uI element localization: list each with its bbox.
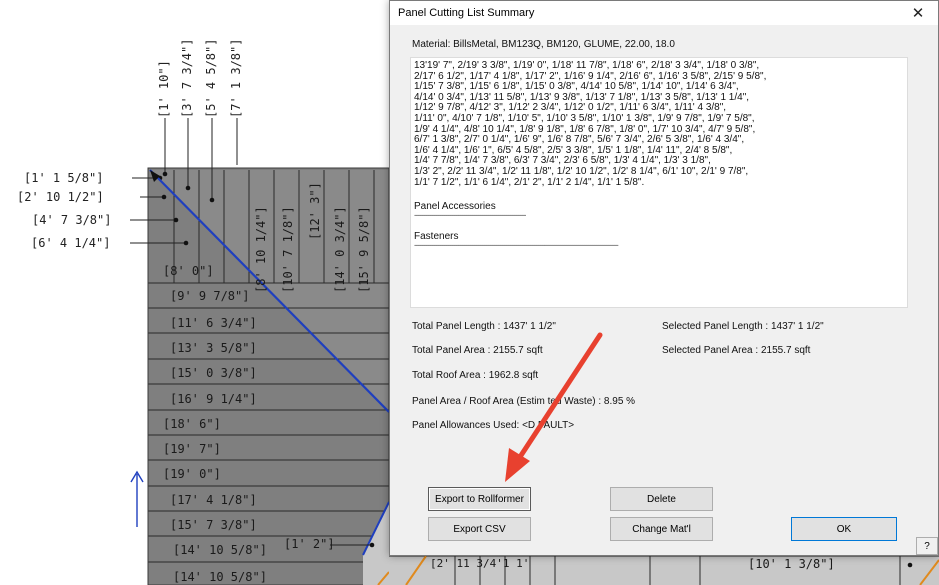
panel-length-label: [15' 0 3/8"] [170, 366, 257, 380]
left-dim-label: [1' 1 5/8"] [24, 171, 104, 185]
panel-length-label: [16' 9 1/4"] [170, 392, 257, 406]
vertical-dim-label: [8' 10 1/4"] [254, 206, 268, 293]
panel-length-label: [14' 10 5/8"] [173, 543, 267, 557]
panel-length-label: [15' 7 3/8"] [170, 518, 257, 532]
top-dim-label: [1' 10"] [157, 60, 171, 118]
left-dim-label: [6' 4 1/4"] [31, 236, 111, 250]
bottom-dim-label: [10' 1 3/8"] [748, 557, 835, 571]
dialog-title: Panel Cutting List Summary [398, 7, 535, 19]
vertical-dim-label: [14' 0 3/4"] [333, 206, 347, 293]
total-roof-area: Total Roof Area : 1962.8 sqft [412, 370, 539, 381]
fasteners-heading: Fasteners [414, 231, 459, 243]
vertical-dim-label: [12' 3"] [308, 182, 322, 240]
left-dim-label: [4' 7 3/8"] [32, 213, 112, 227]
total-panel-length: Total Panel Length : 1437' 1 1/2" [412, 321, 556, 332]
bottom-dim-label: [1' 2"] [284, 537, 335, 551]
panel-length-label: [13' 3 5/8"] [170, 341, 257, 355]
export-csv-button[interactable]: Export CSV [428, 517, 531, 541]
left-dim-label: [2' 10 1/2"] [17, 190, 104, 204]
close-icon[interactable]: ✕ [898, 1, 938, 25]
help-button[interactable]: ? [916, 537, 938, 555]
top-dim-label: [3' 7 3/4"] [180, 38, 194, 118]
cut-list-text: 13'19' 7", 2/19' 3 3/8", 1/19' 0", 1/18'… [414, 60, 767, 188]
top-dim-label: [5' 4 5/8"] [204, 38, 218, 118]
direction-arrow-icon [130, 470, 144, 527]
panel-length-label: [8' 0"] [163, 264, 214, 278]
ok-button[interactable]: OK [791, 517, 897, 541]
panel-accessories-heading: Panel Accessories [414, 201, 496, 213]
selected-panel-length: Selected Panel Length : 1437' 1 1/2" [662, 321, 824, 332]
panel-accessories-rule: ----------------------------------------… [414, 212, 526, 219]
change-material-button[interactable]: Change Mat'l [610, 517, 713, 541]
panel-length-label: [19' 7"] [163, 442, 221, 456]
fasteners-rule: ----------------------------------------… [414, 242, 619, 249]
vertical-dim-label: [10' 7 1/8"] [281, 206, 295, 293]
delete-button[interactable]: Delete [610, 487, 713, 511]
panel-length-label: [19' 0"] [163, 467, 221, 481]
panel-length-label: [11' 6 3/4"] [170, 316, 257, 330]
panel-length-label: [14' 10 5/8"] [173, 570, 267, 584]
bottom-dim-label: [2' 11 3/4'1 1' [430, 557, 530, 570]
estimated-waste: Panel Area / Roof Area (Estim ted Waste)… [412, 396, 636, 407]
vertical-dim-label: [15' 9 5/8"] [357, 206, 371, 293]
selected-panel-area: Selected Panel Area : 2155.7 sqft [662, 345, 811, 356]
panel-cutting-list-dialog: Panel Cutting List Summary ✕ Material: B… [389, 0, 939, 556]
dialog-titlebar[interactable]: Panel Cutting List Summary ✕ [390, 1, 938, 25]
total-panel-area: Total Panel Area : 2155.7 sqft [412, 345, 543, 356]
cut-list-textbox[interactable]: 13'19' 7", 2/19' 3 3/8", 1/19' 0", 1/18'… [410, 57, 908, 308]
export-to-rollformer-button[interactable]: Export to Rollformer [428, 487, 531, 511]
panel-length-label: [18' 6"] [163, 417, 221, 431]
material-label: Material: BillsMetal, BM123Q, BM120, GLU… [412, 39, 675, 50]
panel-length-label: [9' 9 7/8"] [170, 289, 250, 303]
top-dim-label: [7' 1 3/8"] [229, 38, 243, 118]
panel-length-label: [17' 4 1/8"] [170, 493, 257, 507]
panel-allowances: Panel Allowances Used: <D FAULT> [412, 420, 575, 431]
